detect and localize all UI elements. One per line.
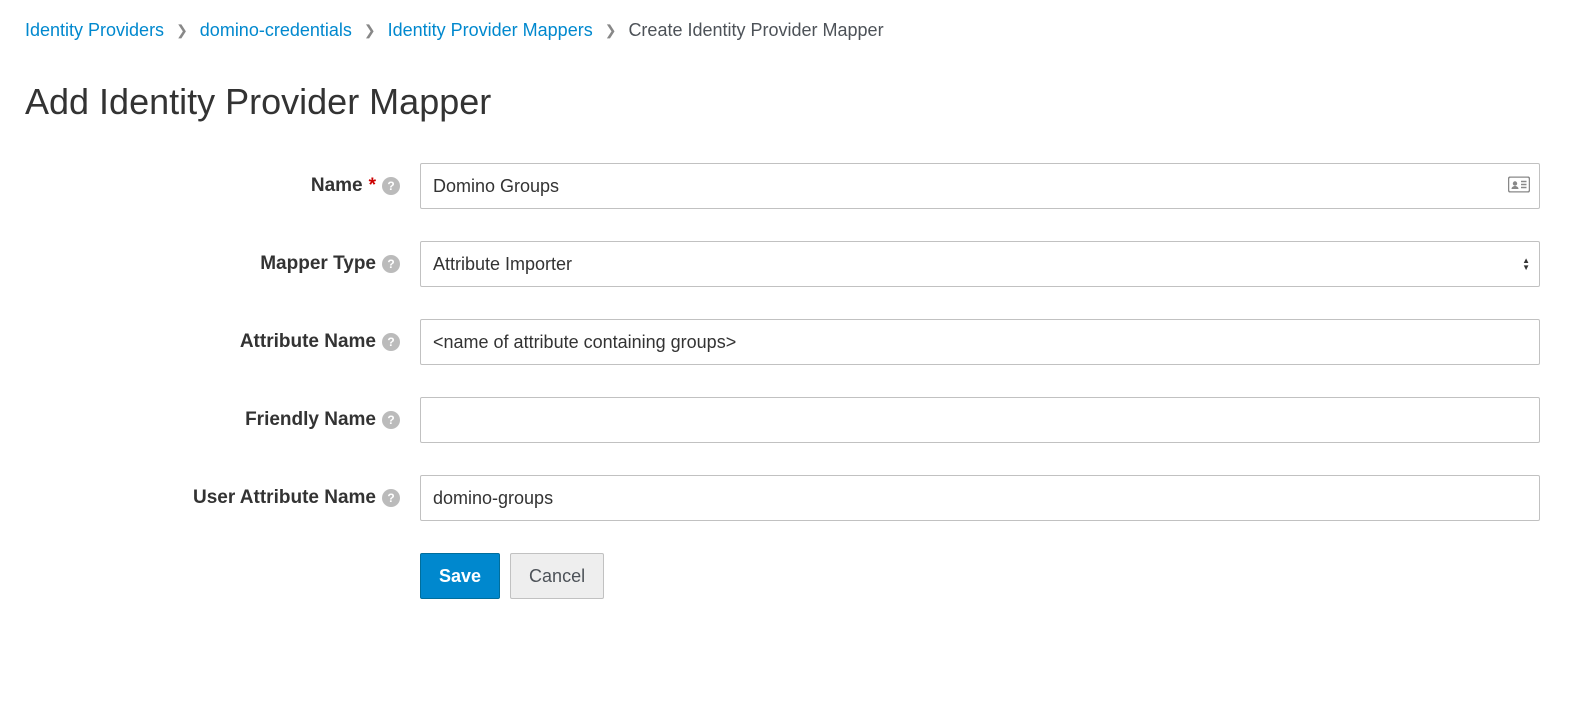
friendly-name-input[interactable]	[420, 397, 1540, 443]
button-row: Save Cancel	[420, 553, 1545, 599]
mapper-type-select[interactable]: Attribute Importer	[420, 241, 1540, 287]
save-button[interactable]: Save	[420, 553, 500, 599]
help-icon[interactable]: ?	[382, 177, 400, 195]
required-star: *	[369, 175, 376, 197]
chevron-right-icon: ❯	[605, 22, 617, 39]
form-row-name: Name * ?	[25, 163, 1545, 209]
cancel-button[interactable]: Cancel	[510, 553, 604, 599]
form-row-attribute-name: Attribute Name ?	[25, 319, 1545, 365]
help-icon[interactable]: ?	[382, 255, 400, 273]
name-label: Name	[311, 175, 363, 197]
breadcrumb: Identity Providers ❯ domino-credentials …	[25, 20, 1545, 41]
breadcrumb-link-domino-credentials[interactable]: domino-credentials	[200, 20, 352, 41]
form-row-mapper-type: Mapper Type ? Attribute Importer ▲ ▼	[25, 241, 1545, 287]
mapper-type-label: Mapper Type	[260, 253, 376, 275]
form-row-user-attribute-name: User Attribute Name ?	[25, 475, 1545, 521]
chevron-right-icon: ❯	[364, 22, 376, 39]
breadcrumb-link-identity-providers[interactable]: Identity Providers	[25, 20, 164, 41]
attribute-name-label: Attribute Name	[240, 331, 376, 353]
help-icon[interactable]: ?	[382, 411, 400, 429]
breadcrumb-link-identity-provider-mappers[interactable]: Identity Provider Mappers	[388, 20, 593, 41]
help-icon[interactable]: ?	[382, 489, 400, 507]
user-attribute-name-input[interactable]	[420, 475, 1540, 521]
help-icon[interactable]: ?	[382, 333, 400, 351]
form-row-friendly-name: Friendly Name ?	[25, 397, 1545, 443]
friendly-name-label: Friendly Name	[245, 409, 376, 431]
attribute-name-input[interactable]	[420, 319, 1540, 365]
user-attribute-name-label: User Attribute Name	[193, 487, 376, 509]
page-title: Add Identity Provider Mapper	[25, 81, 1545, 123]
breadcrumb-current: Create Identity Provider Mapper	[628, 20, 883, 41]
name-input[interactable]	[420, 163, 1540, 209]
chevron-right-icon: ❯	[176, 22, 188, 39]
